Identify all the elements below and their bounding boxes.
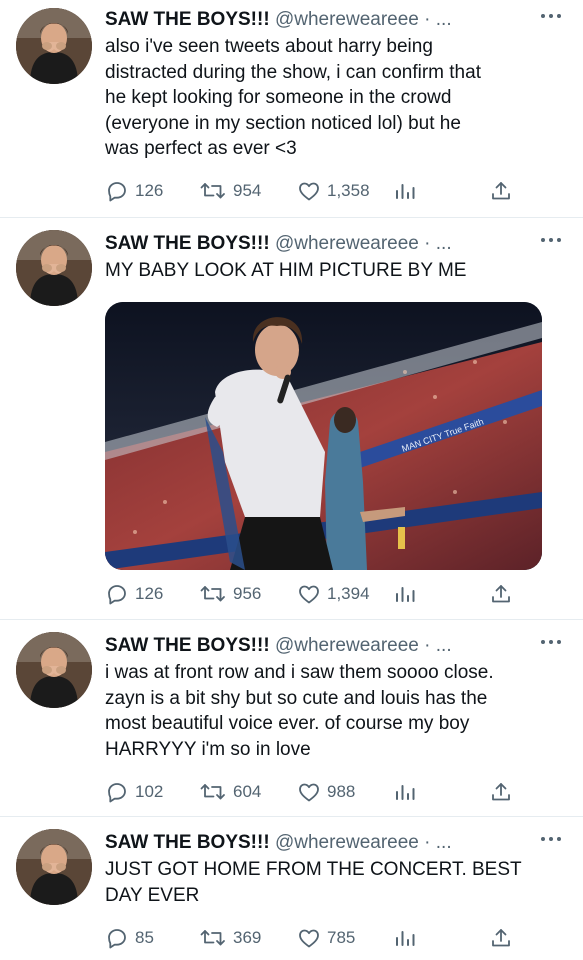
tweet-text: JUST GOT HOME FROM THE CONCERT. BEST DAY… <box>105 859 522 906</box>
retweet-icon <box>199 582 227 606</box>
retweet-button[interactable]: 956 <box>199 581 261 607</box>
avatar[interactable] <box>16 8 92 84</box>
share-button[interactable] <box>489 925 513 951</box>
like-button[interactable]: 988 <box>297 779 355 805</box>
analytics-button[interactable] <box>393 178 417 204</box>
avatar-image <box>16 829 92 905</box>
analytics-icon <box>393 582 417 606</box>
reply-count: 126 <box>135 584 164 603</box>
reply-icon <box>105 780 129 804</box>
tweet-header: SAW THE BOYS!!! @whereweareee · ... <box>105 831 583 855</box>
reply-icon <box>105 179 129 203</box>
reply-icon <box>105 926 129 950</box>
analytics-button[interactable] <box>393 581 417 607</box>
analytics-icon <box>393 179 417 203</box>
tweet-header: SAW THE BOYS!!! @whereweareee · ... <box>105 8 583 32</box>
share-icon <box>489 179 513 203</box>
reply-button[interactable]: 126 <box>105 581 163 607</box>
like-count: 785 <box>327 928 356 947</box>
retweet-button[interactable]: 369 <box>199 925 261 951</box>
concert-photo: MAN CITY True Faith <box>105 302 542 570</box>
action-bar: 102 604 988 <box>105 779 515 805</box>
like-count: 1,394 <box>327 584 370 603</box>
action-bar: 126 954 1,358 <box>105 178 515 204</box>
avatar[interactable] <box>16 632 92 708</box>
handle-and-time[interactable]: @whereweareee · ... <box>275 832 452 853</box>
analytics-icon <box>393 926 417 950</box>
retweet-icon <box>199 780 227 804</box>
more-icon[interactable] <box>539 833 563 845</box>
handle-and-time[interactable]: @whereweareee · ... <box>275 635 452 656</box>
retweet-icon <box>199 926 227 950</box>
display-name[interactable]: SAW THE BOYS!!! <box>105 233 270 254</box>
retweet-count: 956 <box>233 584 262 603</box>
tweet-card[interactable]: SAW THE BOYS!!! @whereweareee · ... MY B… <box>0 218 583 620</box>
more-icon[interactable] <box>539 636 563 648</box>
tweet-header: SAW THE BOYS!!! @whereweareee · ... <box>105 634 583 658</box>
like-icon <box>297 582 321 606</box>
like-button[interactable]: 1,394 <box>297 581 370 607</box>
handle-and-time[interactable]: @whereweareee · ... <box>275 233 452 254</box>
like-button[interactable]: 785 <box>297 925 355 951</box>
action-bar: 126 956 1,394 <box>105 581 515 607</box>
like-count: 988 <box>327 782 356 801</box>
like-icon <box>297 926 321 950</box>
share-icon <box>489 582 513 606</box>
reply-count: 85 <box>135 928 154 947</box>
avatar-image <box>16 632 92 708</box>
more-icon[interactable] <box>539 234 563 246</box>
action-bar: 85 369 785 <box>105 925 515 951</box>
share-button[interactable] <box>489 581 513 607</box>
avatar[interactable] <box>16 230 92 306</box>
reply-icon <box>105 582 129 606</box>
retweet-count: 954 <box>233 181 262 200</box>
avatar-image <box>16 230 92 306</box>
avatar[interactable] <box>16 829 92 905</box>
analytics-icon <box>393 780 417 804</box>
like-button[interactable]: 1,358 <box>297 178 370 204</box>
share-button[interactable] <box>489 178 513 204</box>
share-icon <box>489 780 513 804</box>
analytics-button[interactable] <box>393 779 417 805</box>
avatar-image <box>16 8 92 84</box>
more-icon[interactable] <box>539 10 563 22</box>
reply-button[interactable]: 85 <box>105 925 154 951</box>
share-button[interactable] <box>489 779 513 805</box>
tweet-photo[interactable]: MAN CITY True Faith <box>105 302 542 570</box>
like-count: 1,358 <box>327 181 370 200</box>
like-icon <box>297 780 321 804</box>
tweet-card[interactable]: SAW THE BOYS!!! @whereweareee · ... i wa… <box>0 620 583 817</box>
display-name[interactable]: SAW THE BOYS!!! <box>105 9 270 30</box>
tweet-text: MY BABY LOOK AT HIM PICTURE BY ME <box>105 260 467 281</box>
retweet-button[interactable]: 604 <box>199 779 261 805</box>
like-icon <box>297 179 321 203</box>
tweet-header: SAW THE BOYS!!! @whereweareee · ... <box>105 232 583 256</box>
reply-button[interactable]: 126 <box>105 178 163 204</box>
share-icon <box>489 926 513 950</box>
reply-count: 102 <box>135 782 164 801</box>
analytics-button[interactable] <box>393 925 417 951</box>
retweet-button[interactable]: 954 <box>199 178 261 204</box>
tweet-text: i was at front row and i saw them soooo … <box>105 662 494 760</box>
retweet-count: 604 <box>233 782 262 801</box>
display-name[interactable]: SAW THE BOYS!!! <box>105 635 270 656</box>
reply-count: 126 <box>135 181 164 200</box>
handle-and-time[interactable]: @whereweareee · ... <box>275 9 452 30</box>
reply-button[interactable]: 102 <box>105 779 163 805</box>
display-name[interactable]: SAW THE BOYS!!! <box>105 832 270 853</box>
retweet-count: 369 <box>233 928 262 947</box>
retweet-icon <box>199 179 227 203</box>
tweet-card[interactable]: SAW THE BOYS!!! @whereweareee · ... also… <box>0 0 583 218</box>
tweet-card[interactable]: SAW THE BOYS!!! @whereweareee · ... JUST… <box>0 817 583 960</box>
tweet-text: also i've seen tweets about harry being … <box>105 36 481 159</box>
